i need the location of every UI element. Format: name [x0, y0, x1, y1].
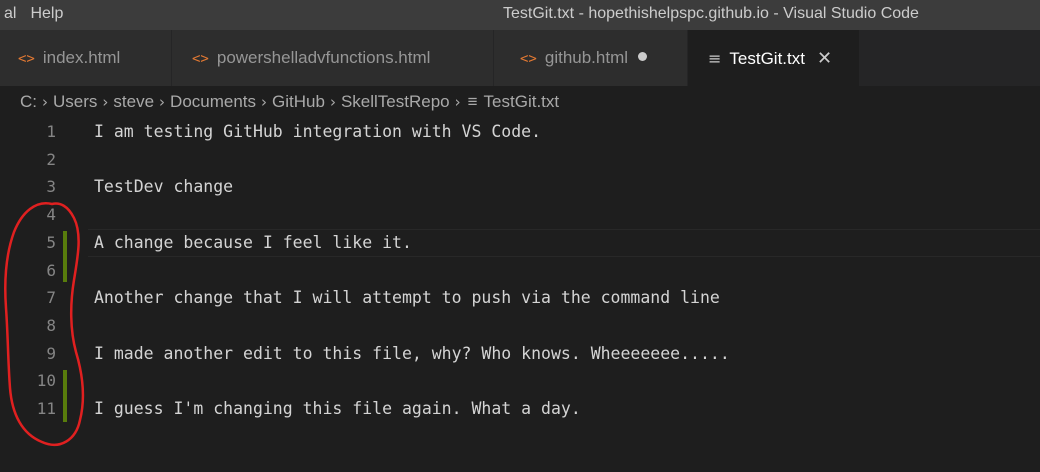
hand-drawn-annotation [4, 201, 85, 446]
